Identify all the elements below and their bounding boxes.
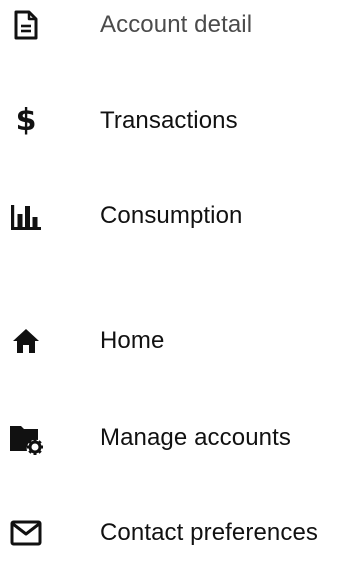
menu-item-transactions[interactable]: $ Transactions: [0, 93, 364, 149]
folder-settings-icon: [5, 410, 47, 466]
description-icon: [5, 0, 47, 53]
menu-item-consumption[interactable]: Consumption: [0, 188, 364, 244]
menu-item-manage-accounts[interactable]: Manage accounts: [0, 410, 364, 466]
dollar-icon: $: [5, 93, 47, 149]
menu-item-label: Account detail: [100, 11, 253, 38]
home-icon: [5, 313, 47, 369]
dollar-glyph: $: [15, 103, 37, 138]
mail-icon: [5, 505, 47, 561]
navigation-menu: Account detail $ Transactions Consumptio…: [0, 0, 364, 551]
menu-item-label: Consumption: [100, 202, 243, 229]
menu-item-label: Contact preferences: [100, 519, 319, 546]
menu-item-label: Home: [100, 327, 165, 354]
menu-item-home[interactable]: Home: [0, 313, 364, 369]
bar-chart-icon: [5, 188, 47, 244]
menu-item-label: Manage accounts: [100, 424, 291, 451]
menu-item-label: Transactions: [100, 107, 238, 134]
menu-item-contact-preferences[interactable]: Contact preferences: [0, 505, 364, 561]
menu-item-account-detail[interactable]: Account detail: [0, 0, 364, 53]
